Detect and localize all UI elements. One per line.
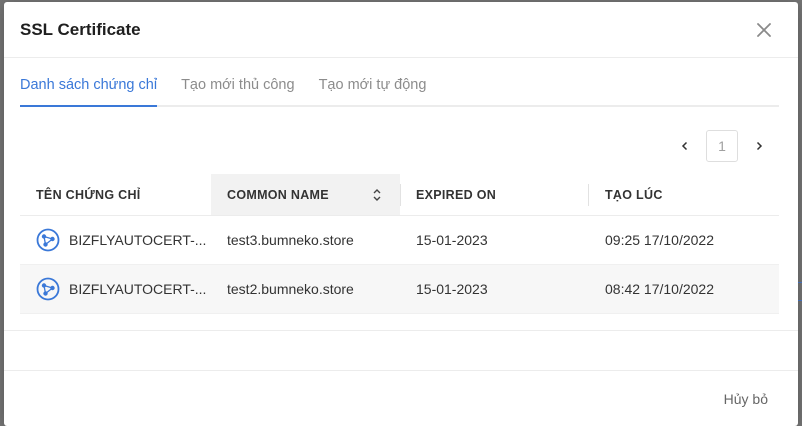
modal-title: SSL Certificate	[20, 19, 141, 39]
cell-expired-on: 15-01-2023	[416, 281, 488, 297]
header-label: TẠO LÚC	[605, 187, 663, 202]
current-page[interactable]: 1	[706, 130, 738, 162]
certificate-name: BIZFLYAUTOCERT-...	[69, 232, 207, 248]
content-divider	[4, 330, 798, 331]
column-separator	[400, 184, 401, 206]
header-expired-on: EXPIRED ON	[400, 174, 589, 215]
prev-page-button[interactable]	[670, 131, 700, 161]
tab-auto-create[interactable]: Tạo mới tự động	[319, 77, 427, 105]
cell-certificate-name: BIZFLYAUTOCERT-...	[20, 277, 211, 301]
pagination: 1	[670, 130, 774, 162]
header-created-at: TẠO LÚC	[589, 174, 779, 215]
tab-bar: Danh sách chứng chỉ Tạo mới thủ công Tạo…	[20, 58, 779, 107]
cell-certificate-name: BIZFLYAUTOCERT-...	[20, 228, 211, 252]
cell-expired-on: 15-01-2023	[416, 232, 488, 248]
table-row[interactable]: BIZFLYAUTOCERT-... test3.bumneko.store 1…	[20, 216, 779, 265]
header-label: EXPIRED ON	[416, 187, 497, 202]
cell-created-at: 09:25 17/10/2022	[605, 232, 714, 248]
certificate-network-icon	[36, 228, 60, 252]
certificate-table: TÊN CHỨNG CHỈ COMMON NAME EXPIRED ON TẠO…	[20, 174, 779, 314]
table-header: TÊN CHỨNG CHỈ COMMON NAME EXPIRED ON TẠO…	[20, 174, 779, 216]
chevron-left-icon	[681, 141, 688, 151]
next-page-button[interactable]	[744, 131, 774, 161]
table-row[interactable]: BIZFLYAUTOCERT-... test2.bumneko.store 1…	[20, 265, 779, 314]
header-label: TÊN CHỨNG CHỈ	[36, 187, 141, 202]
modal-footer: Hủy bỏ	[4, 370, 798, 426]
cell-common-name: test2.bumneko.store	[227, 281, 354, 297]
close-button[interactable]	[752, 18, 776, 42]
certificate-name: BIZFLYAUTOCERT-...	[69, 281, 207, 297]
chevron-right-icon	[756, 141, 763, 151]
close-icon	[757, 22, 771, 37]
cell-created-at: 08:42 17/10/2022	[605, 281, 714, 297]
header-common-name[interactable]: COMMON NAME	[211, 174, 400, 215]
sort-icon[interactable]	[372, 188, 382, 202]
certificate-network-icon	[36, 277, 60, 301]
cancel-button[interactable]: Hủy bỏ	[724, 391, 768, 407]
modal-header: SSL Certificate	[4, 2, 798, 58]
header-certificate-name: TÊN CHỨNG CHỈ	[20, 174, 211, 215]
ssl-certificate-modal: SSL Certificate Danh sách chứng chỉ Tạo …	[4, 2, 798, 426]
tab-certificate-list[interactable]: Danh sách chứng chỉ	[20, 77, 158, 107]
tab-manual-create[interactable]: Tạo mới thủ công	[181, 77, 294, 105]
header-label: COMMON NAME	[227, 187, 329, 202]
cell-common-name: test3.bumneko.store	[227, 232, 354, 248]
